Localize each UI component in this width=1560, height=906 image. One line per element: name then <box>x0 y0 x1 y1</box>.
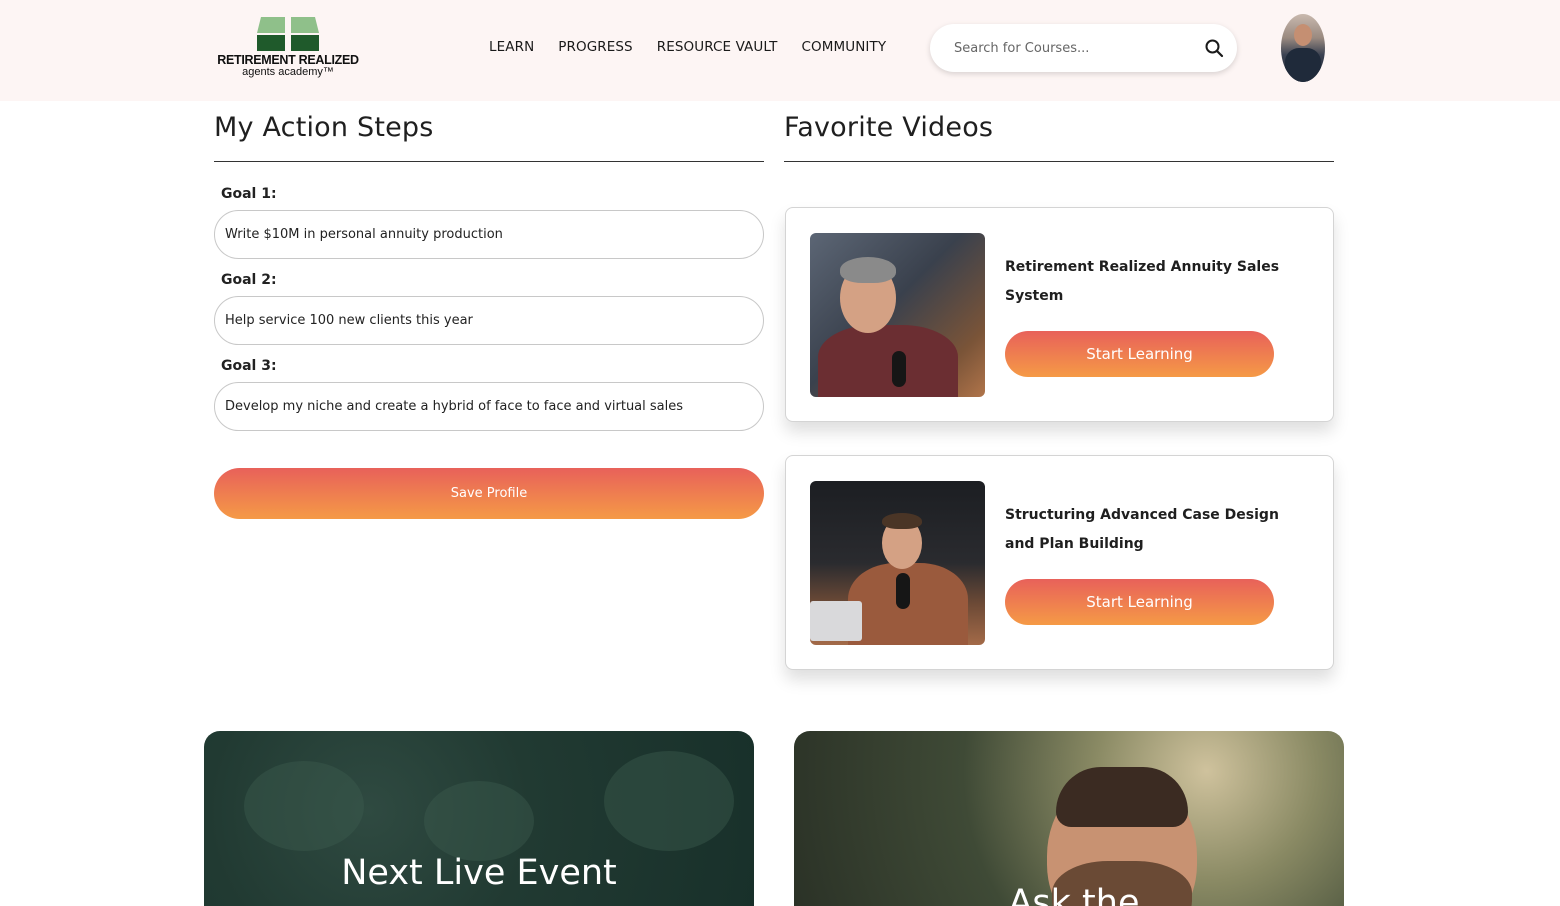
forest-texture <box>244 761 364 851</box>
next-live-event-title: Next Live Event <box>341 853 617 893</box>
avatar-body <box>1285 48 1321 82</box>
video-thumbnail[interactable] <box>810 233 985 397</box>
video-thumbnail[interactable] <box>810 481 985 645</box>
nav-community[interactable]: COMMUNITY <box>801 39 886 55</box>
goal-1-field[interactable] <box>214 210 764 259</box>
microphone-icon <box>892 351 906 387</box>
nav-learn[interactable]: LEARN <box>489 39 534 55</box>
user-avatar[interactable] <box>1281 14 1325 82</box>
action-steps-title: My Action Steps <box>214 112 434 143</box>
thumb-person-hair <box>840 257 896 283</box>
search-icon[interactable] <box>1204 38 1224 58</box>
goal-2-label: Goal 2: <box>221 272 277 288</box>
ask-the-title: Ask the <box>1008 883 1140 906</box>
video-title-line: Structuring Advanced Case Design <box>1005 507 1279 523</box>
video-card: Retirement Realized Annuity Sales System… <box>785 207 1334 422</box>
goal-3-label: Goal 3: <box>221 358 277 374</box>
video-title: Retirement Realized Annuity Sales System <box>1005 253 1305 311</box>
goal-1-label: Goal 1: <box>221 186 277 202</box>
avatar-face <box>1294 24 1312 46</box>
site-header: RETIREMENT REALIZED agents academy™ LEAR… <box>0 0 1560 101</box>
logo[interactable]: RETIREMENT REALIZED agents academy™ <box>213 17 363 81</box>
nav-resource-vault[interactable]: RESOURCE VAULT <box>657 39 778 55</box>
next-live-event-panel[interactable]: Next Live Event <box>204 731 754 906</box>
microphone-icon <box>896 573 910 609</box>
thumb-person-body <box>818 325 958 397</box>
goal-2-field[interactable] <box>214 296 764 345</box>
start-learning-button[interactable]: Start Learning <box>1005 331 1274 377</box>
search-input[interactable] <box>954 36 1184 60</box>
forest-texture <box>604 751 734 851</box>
main-nav: LEARN PROGRESS RESOURCE VAULT COMMUNITY <box>489 39 886 55</box>
action-steps-divider <box>214 161 764 162</box>
thumb-person-hair <box>882 513 922 529</box>
logo-mark-icon <box>257 17 319 51</box>
ask-the-expert-panel[interactable]: Ask the <box>794 731 1344 906</box>
goal-3-field[interactable] <box>214 382 764 431</box>
laptop-icon <box>810 601 862 641</box>
search-bar <box>930 24 1237 72</box>
video-title-line: System <box>1005 288 1064 304</box>
save-profile-button[interactable]: Save Profile <box>214 468 764 519</box>
person-photo-hair <box>1056 767 1188 827</box>
video-title-line: and Plan Building <box>1005 536 1144 552</box>
logo-title: RETIREMENT REALIZED <box>217 53 359 67</box>
video-title: Structuring Advanced Case Design and Pla… <box>1005 501 1305 559</box>
video-title-line: Retirement Realized Annuity Sales <box>1005 259 1280 275</box>
favorite-videos-title: Favorite Videos <box>784 112 994 143</box>
favorite-videos-divider <box>784 161 1334 162</box>
logo-subtitle: agents academy™ <box>242 66 334 78</box>
video-card: Structuring Advanced Case Design and Pla… <box>785 455 1334 670</box>
nav-progress[interactable]: PROGRESS <box>558 39 632 55</box>
start-learning-button[interactable]: Start Learning <box>1005 579 1274 625</box>
forest-texture <box>424 781 534 861</box>
